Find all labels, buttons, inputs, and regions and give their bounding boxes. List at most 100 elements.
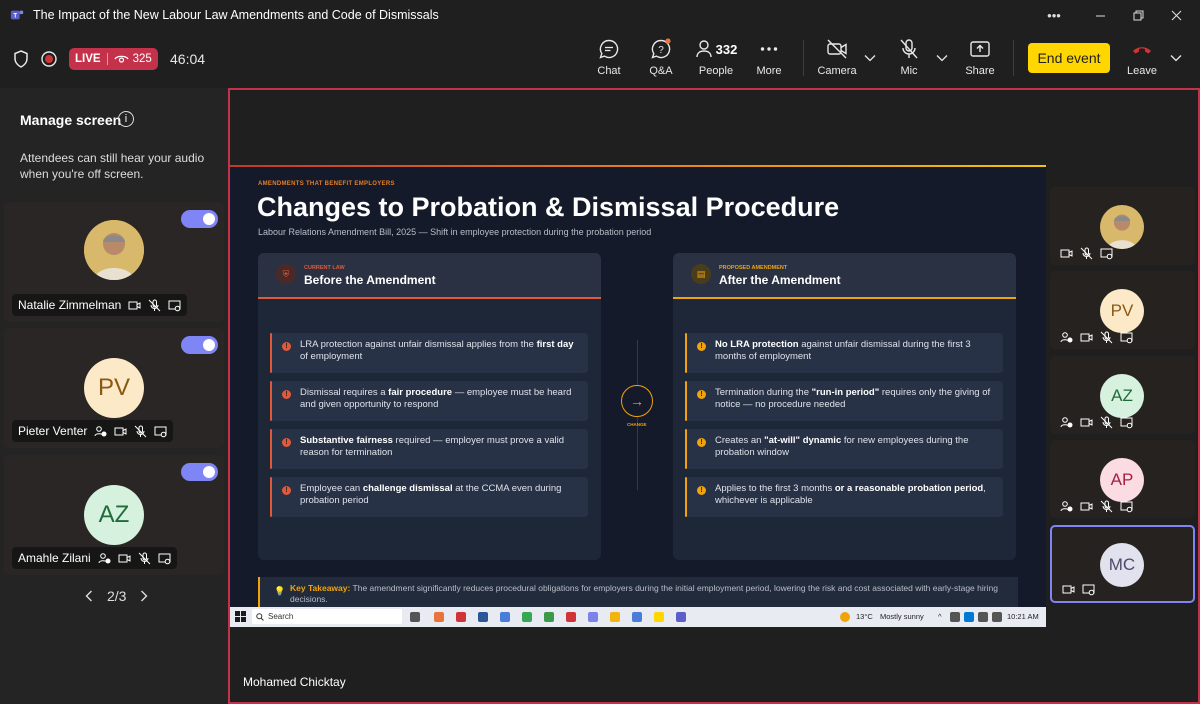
end-event-button[interactable]: End event xyxy=(1028,43,1110,73)
leave-button[interactable]: Leave xyxy=(1115,38,1169,77)
participant-tile-selected[interactable]: MC xyxy=(1050,525,1195,603)
list-item: ! Applies to the first 3 months or a rea… xyxy=(685,477,1003,517)
before-amendment-panel: ⛨ CURRENT LAW Before the Amendment ! LRA… xyxy=(258,253,601,560)
avatar-initials: MC xyxy=(1100,543,1144,587)
people-button[interactable]: 332 People xyxy=(688,38,744,77)
list-item: ! No LRA protection against unfair dismi… xyxy=(685,333,1003,373)
record-icon[interactable] xyxy=(41,51,57,67)
weather-icon[interactable] xyxy=(840,612,850,622)
mic-options-chevron-icon[interactable] xyxy=(936,54,948,62)
mic-off-icon xyxy=(1100,331,1113,344)
camera-off-icon xyxy=(128,301,141,309)
camera-options-chevron-icon[interactable] xyxy=(864,54,876,62)
mic-label: Mic xyxy=(900,65,918,77)
volume-icon[interactable] xyxy=(992,612,1002,622)
restore-icon[interactable] xyxy=(1118,0,1158,30)
camera-button[interactable]: Camera xyxy=(810,38,864,77)
mic-off-icon xyxy=(149,299,161,311)
attendee-icon xyxy=(94,425,107,436)
participant-tile[interactable]: PV xyxy=(1050,271,1195,349)
more-button[interactable]: More xyxy=(742,38,796,77)
on-screen-toggle[interactable] xyxy=(181,336,218,354)
screen-share-icon xyxy=(1082,584,1095,596)
app-icon[interactable] xyxy=(544,612,554,622)
app-icon[interactable] xyxy=(632,612,642,622)
app-icon[interactable] xyxy=(566,612,576,622)
shield-icon[interactable] xyxy=(13,50,29,68)
outlook-icon[interactable] xyxy=(434,612,444,622)
search-placeholder: Search xyxy=(268,612,294,621)
alert-icon: ! xyxy=(282,390,291,399)
qa-button[interactable]: ? Q&A xyxy=(634,38,688,77)
list-item: ! Creates an "at-will" dynamic for new e… xyxy=(685,429,1003,469)
screen-share-icon xyxy=(168,300,181,311)
mic-off-icon xyxy=(1080,247,1093,260)
wifi-icon[interactable] xyxy=(978,612,988,622)
on-screen-toggle[interactable] xyxy=(181,210,218,228)
camera-label: Camera xyxy=(817,65,857,77)
presenter-name: Mohamed Chicktay xyxy=(237,671,352,693)
app-icon[interactable] xyxy=(456,612,466,622)
avatar-initials: AP xyxy=(1100,458,1144,502)
chrome-icon[interactable] xyxy=(522,612,532,622)
windows-taskbar: Search 13°C Mostly sunny ^ 10:21 AM xyxy=(230,607,1046,627)
tray-chevron-icon[interactable]: ^ xyxy=(938,612,942,621)
task-view-icon[interactable] xyxy=(410,612,420,622)
more-dots-icon xyxy=(760,47,778,51)
app-icon[interactable] xyxy=(500,612,510,622)
screen-share-icon xyxy=(158,553,171,564)
list-item: ! LRA protection against unfair dismissa… xyxy=(270,333,588,373)
participant-tile[interactable]: PV Pieter Venter xyxy=(4,328,224,448)
screen-share-icon xyxy=(154,426,167,437)
app-icon[interactable] xyxy=(588,612,598,622)
participant-name: Amahle Zilani xyxy=(18,551,91,565)
file-explorer-icon[interactable] xyxy=(610,612,620,622)
share-label: Share xyxy=(965,65,995,77)
people-count: 332 xyxy=(715,41,738,57)
warning-icon: ! xyxy=(697,438,706,447)
avatar-initials: PV xyxy=(84,358,144,418)
tile-icons xyxy=(1060,500,1133,513)
participant-tile[interactable]: AP xyxy=(1050,440,1195,518)
screen-share-icon xyxy=(1120,501,1133,513)
mic-off-icon xyxy=(135,425,147,437)
close-icon[interactable] xyxy=(1156,0,1196,30)
live-label: LIVE xyxy=(69,53,108,65)
alert-icon: ! xyxy=(282,438,291,447)
taskbar-search[interactable]: Search xyxy=(252,609,402,624)
teams-icon[interactable] xyxy=(676,612,686,622)
info-icon[interactable]: i xyxy=(118,111,134,127)
minimize-icon[interactable] xyxy=(1080,0,1120,30)
next-page-icon[interactable] xyxy=(140,590,148,602)
previous-page-icon[interactable] xyxy=(85,590,93,602)
title-bar: T The Impact of the New Labour Law Amend… xyxy=(0,0,1200,30)
mic-button[interactable]: Mic xyxy=(882,38,936,77)
chat-label: Chat xyxy=(597,65,621,77)
share-button[interactable]: Share xyxy=(953,38,1007,77)
panel-kicker: CURRENT LAW xyxy=(304,265,345,271)
camera-off-icon xyxy=(1062,585,1075,594)
warning-icon: ! xyxy=(697,342,706,351)
toolbar-divider xyxy=(803,40,804,76)
participant-tile[interactable]: AZ Amahle Zilani xyxy=(4,455,224,575)
participant-tile[interactable]: AZ xyxy=(1050,356,1195,434)
tile-icons xyxy=(1060,331,1133,344)
on-screen-toggle[interactable] xyxy=(181,463,218,481)
warning-icon: ! xyxy=(697,486,706,495)
leave-options-chevron-icon[interactable] xyxy=(1170,54,1182,62)
word-icon[interactable] xyxy=(478,612,488,622)
battery-icon[interactable] xyxy=(950,612,960,622)
viewers-eye-icon xyxy=(113,55,129,63)
participant-tile[interactable]: Natalie Zimmelman xyxy=(4,202,224,322)
chat-button[interactable]: Chat xyxy=(582,38,636,77)
manage-screen-description: Attendees can still hear your audio when… xyxy=(20,151,205,181)
windows-start-icon[interactable] xyxy=(235,611,246,622)
svg-text:T: T xyxy=(13,13,17,20)
more-label: More xyxy=(756,65,782,77)
participant-tile[interactable] xyxy=(1050,187,1195,265)
more-options-icon[interactable]: ••• xyxy=(1034,0,1074,30)
weather-temp: 13°C xyxy=(856,612,873,621)
onedrive-icon[interactable] xyxy=(964,612,974,622)
app-icon[interactable] xyxy=(654,612,664,622)
participant-photo-icon xyxy=(1100,205,1144,249)
